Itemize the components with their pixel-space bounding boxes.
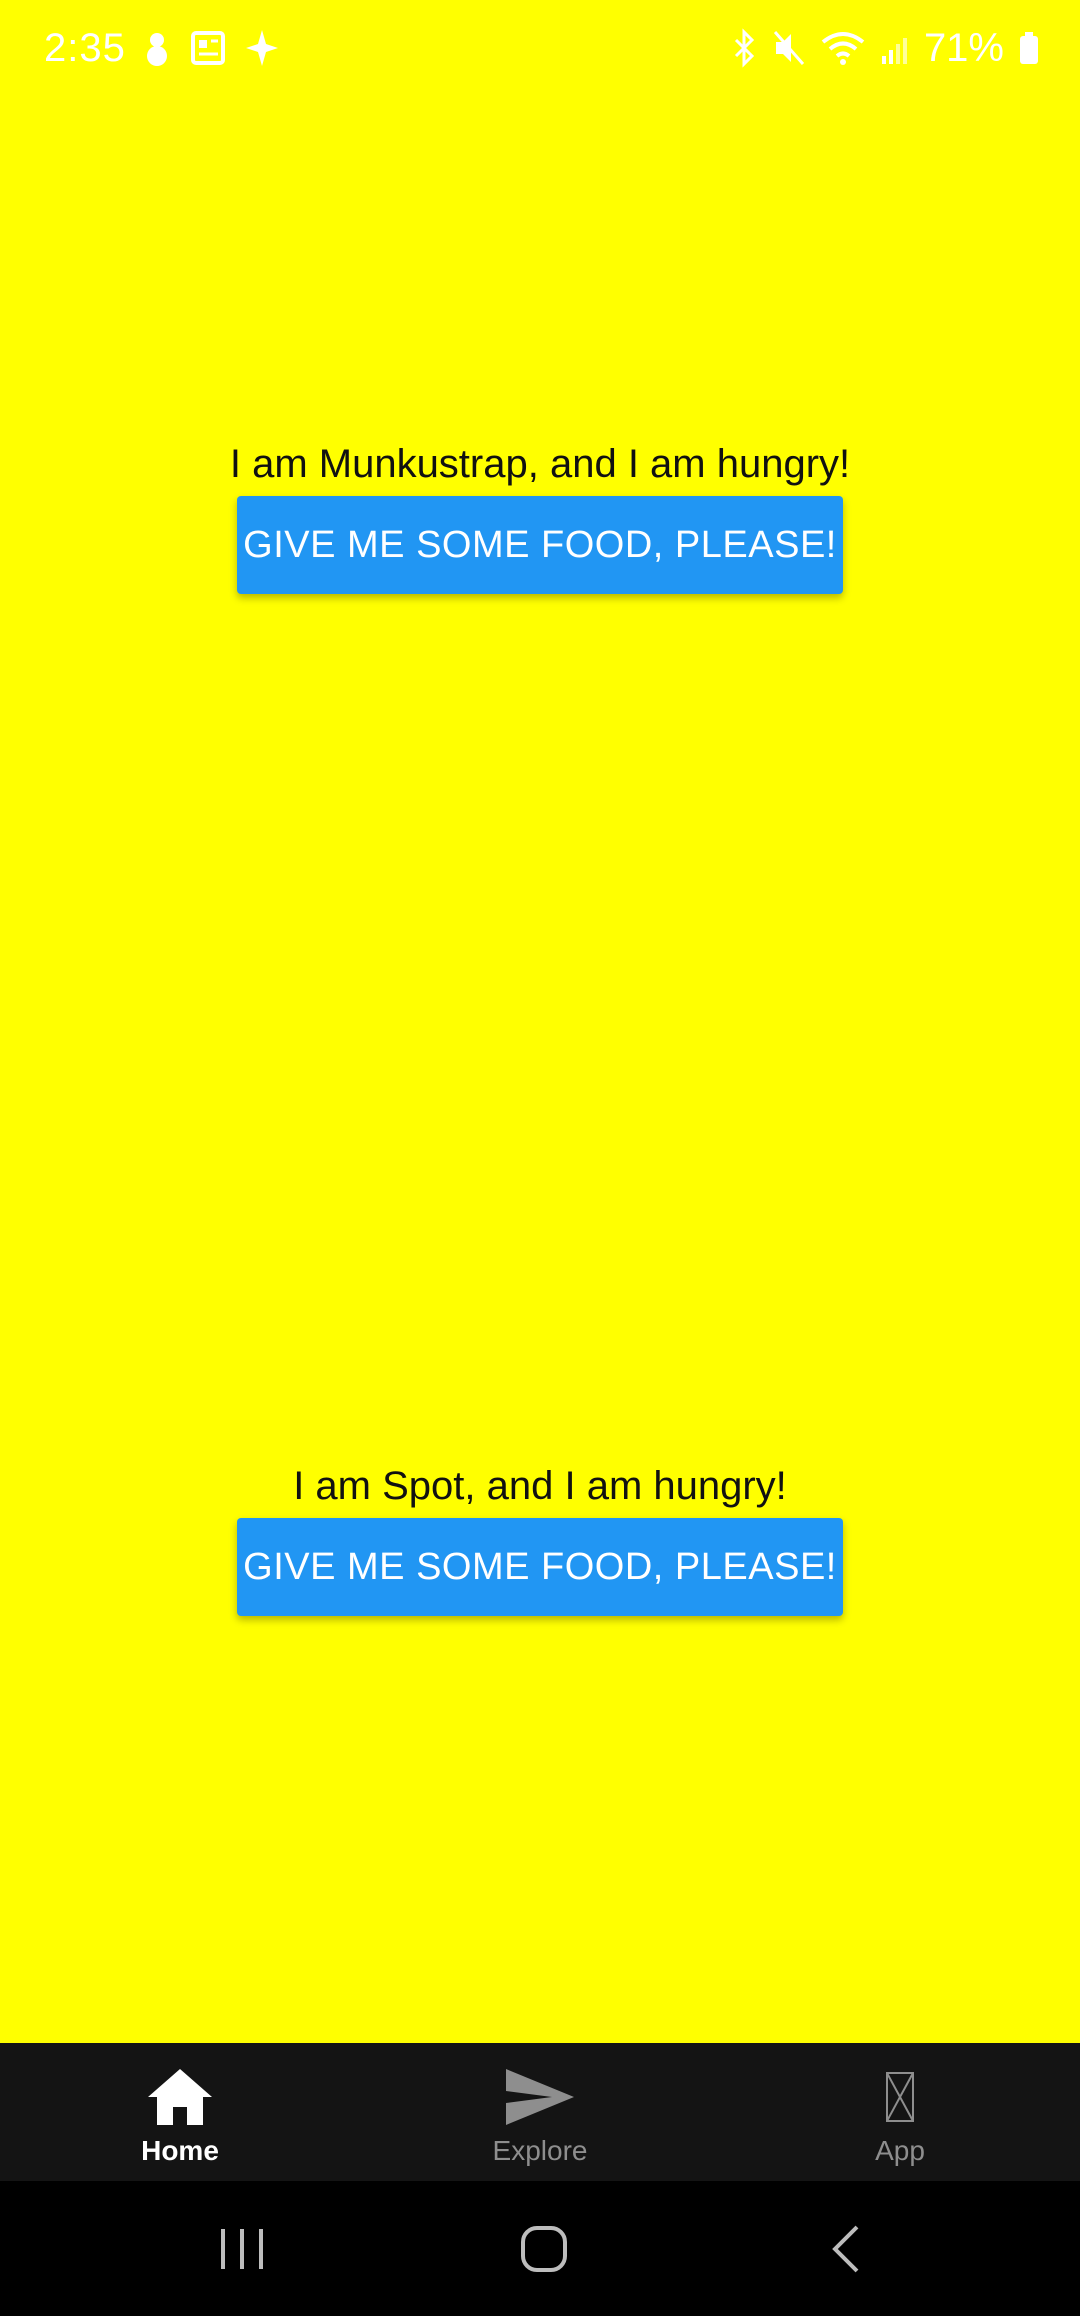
home-nav-button[interactable] [484,2219,604,2279]
home-circle-icon [521,2226,567,2272]
status-system-icons: 71% [730,20,1040,76]
cat-card-munkustrap: I am Munkustrap, and I am hungry! GIVE M… [0,440,1080,594]
tab-label-home: Home [141,2135,219,2166]
cat-card-spot: I am Spot, and I am hungry! GIVE ME SOME… [0,1462,1080,1616]
missing-glyph-icon [885,2065,915,2129]
tab-label-app: App [875,2135,925,2166]
battery-icon [1020,32,1038,64]
feed-button[interactable]: GIVE ME SOME FOOD, PLEASE! [237,496,843,594]
cat-message: I am Spot, and I am hungry! [293,1464,787,1508]
back-icon [832,2225,859,2273]
status-time: 2:35 [44,26,126,70]
news-icon [191,31,225,65]
mute-icon [773,31,805,65]
system-nav-bar [0,2181,1080,2316]
snowman-icon [147,33,167,66]
cat-message: I am Munkustrap, and I am hungry! [229,442,851,486]
tab-app[interactable]: App [720,2043,1080,2181]
wifi-icon [821,32,865,65]
tab-home[interactable]: Home [0,2043,360,2181]
back-button[interactable] [786,2219,906,2279]
bluetooth-icon [734,28,755,68]
bottom-tab-bar: Home Explore App [0,2043,1080,2181]
tab-label-explore: Explore [492,2135,588,2166]
send-icon [504,2065,576,2129]
home-icon [146,2065,214,2129]
status-bar: 2:35 71% [0,0,1080,96]
signal-icon [881,38,907,64]
sparkle-icon [246,30,278,66]
battery-percent: 71% [923,26,1004,70]
feed-button[interactable]: GIVE ME SOME FOOD, PLEASE! [237,1518,843,1616]
tab-explore[interactable]: Explore [360,2043,720,2181]
recent-apps-icon [221,2229,263,2269]
status-notification-icons [142,28,280,68]
recent-apps-button[interactable] [182,2219,302,2279]
